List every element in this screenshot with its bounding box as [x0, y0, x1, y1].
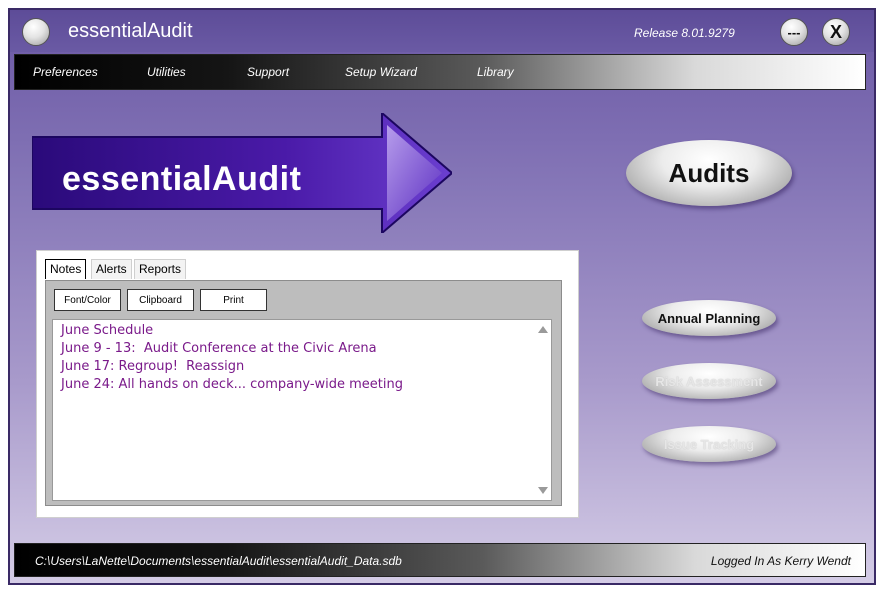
logo-text: essentialAudit	[62, 160, 302, 198]
menu-library[interactable]: Library	[477, 65, 514, 79]
release-label: Release 8.01.9279	[634, 26, 735, 40]
notes-tab-body: Font/Color Clipboard Print June Schedule…	[45, 280, 562, 506]
audits-button[interactable]: Audits	[626, 140, 792, 206]
tab-reports[interactable]: Reports	[134, 259, 187, 279]
notes-line: June Schedule	[61, 323, 154, 338]
app-menu-orb-icon[interactable]	[22, 18, 50, 46]
issue-tracking-button[interactable]: Issue Tracking	[642, 426, 776, 462]
notes-line: June 9 - 13: Audit Conference at the Civ…	[61, 341, 377, 356]
tab-notes[interactable]: Notes	[45, 259, 87, 279]
font-color-button[interactable]: Font/Color	[54, 289, 121, 311]
menu-support[interactable]: Support	[247, 65, 289, 79]
login-status: Logged In As Kerry Wendt	[710, 554, 851, 568]
scroll-down-icon[interactable]	[538, 487, 548, 494]
app-window: essentialAudit Release 8.01.9279 --- X P…	[8, 8, 876, 585]
notes-textarea[interactable]: June Schedule June 9 - 13: Audit Confere…	[52, 319, 552, 501]
close-button[interactable]: X	[822, 18, 850, 46]
minimize-button[interactable]: ---	[780, 18, 808, 46]
annual-planning-button[interactable]: Annual Planning	[642, 300, 776, 336]
menu-bar: Preferences Utilities Support Setup Wiza…	[14, 54, 866, 90]
menu-preferences[interactable]: Preferences	[33, 65, 98, 79]
menu-utilities[interactable]: Utilities	[147, 65, 186, 79]
notes-panel: Notes Alerts Reports Font/Color Clipboar…	[36, 250, 579, 518]
print-button[interactable]: Print	[200, 289, 267, 311]
menu-setup-wizard[interactable]: Setup Wizard	[345, 65, 417, 79]
app-title: essentialAudit	[68, 20, 193, 42]
notes-line: June 24: All hands on deck... company-wi…	[61, 377, 403, 392]
scroll-up-icon[interactable]	[538, 326, 548, 333]
clipboard-button[interactable]: Clipboard	[127, 289, 194, 311]
tab-alerts[interactable]: Alerts	[91, 259, 132, 279]
title-bar: essentialAudit Release 8.01.9279 --- X	[10, 10, 874, 52]
status-bar: C:\Users\LaNette\Documents\essentialAudi…	[14, 543, 866, 577]
database-path: C:\Users\LaNette\Documents\essentialAudi…	[35, 554, 402, 568]
notes-line: June 17: Regroup! Reassign	[61, 359, 245, 374]
risk-assessment-button[interactable]: Risk Assessment	[642, 363, 776, 399]
notes-scrollbar[interactable]	[535, 320, 551, 500]
